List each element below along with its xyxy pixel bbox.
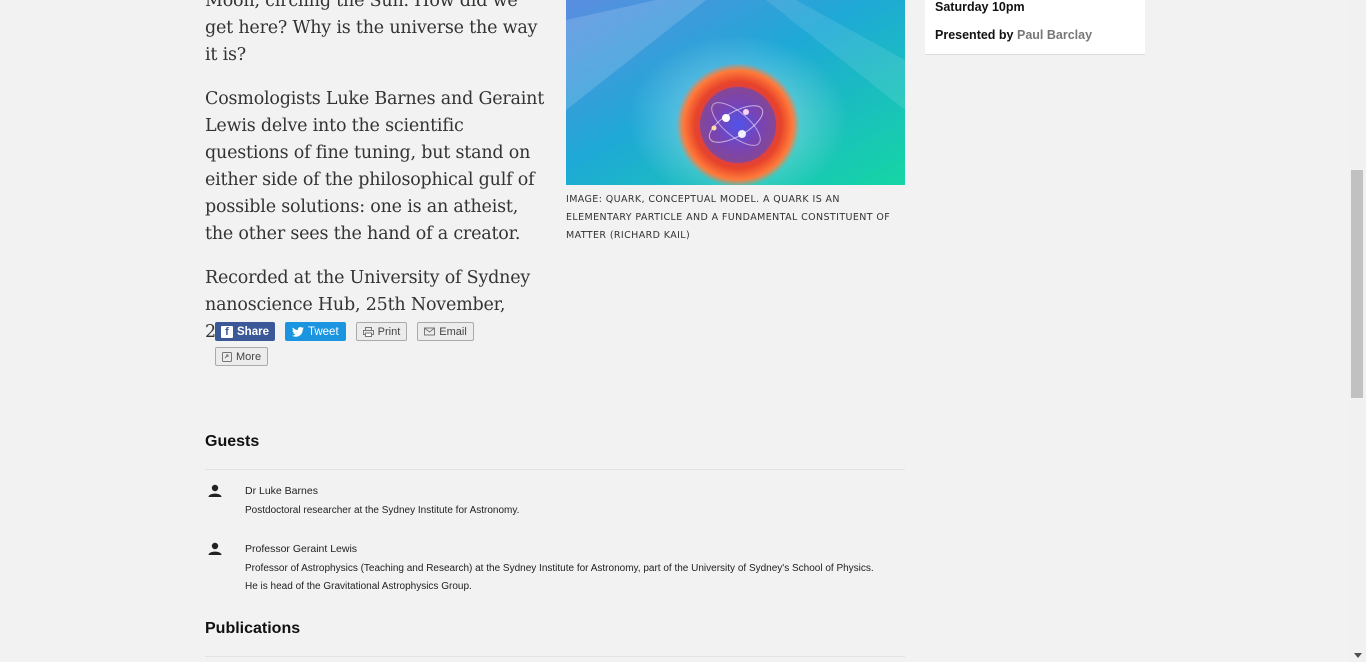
guests-divider: [205, 469, 905, 470]
airtime-label: Saturday 10pm: [935, 0, 1025, 14]
person-icon: [208, 484, 222, 497]
facebook-icon: f: [221, 325, 233, 338]
article-paragraph: Cosmologists Luke Barnes and Geraint Lew…: [205, 89, 545, 244]
share-toolbar: f Share Tweet Print Email More: [215, 322, 515, 372]
quark-image[interactable]: [566, 0, 905, 185]
presented-by-label: Presented by: [935, 28, 1014, 42]
printer-icon: [362, 326, 374, 337]
guest-name: Dr Luke Barnes: [245, 485, 318, 497]
email-button[interactable]: Email: [417, 322, 474, 341]
figure-caption: IMAGE: QUARK, CONCEPTUAL MODEL. A QUARK …: [566, 194, 891, 241]
print-button[interactable]: Print: [355, 322, 408, 341]
envelope-icon: [424, 327, 436, 336]
article-paragraph: Moon, circling the Sun. How did we get h…: [205, 0, 538, 65]
article-body: Moon, circling the Sun. How did we get h…: [205, 0, 545, 363]
email-label: Email: [439, 325, 467, 338]
quark-illustration: [566, 0, 905, 185]
scrollbar-thumb[interactable]: [1351, 170, 1363, 398]
facebook-share-label: Share: [237, 325, 269, 338]
publications-divider: [205, 656, 905, 657]
tweet-button[interactable]: Tweet: [284, 322, 346, 341]
guest-description: Postdoctoral researcher at the Sydney In…: [245, 505, 520, 516]
program-info-box: Saturday 10pm Presented by Paul Barclay: [925, 0, 1145, 55]
publications-heading: Publications: [205, 620, 301, 637]
presenter-link[interactable]: Paul Barclay: [1017, 28, 1092, 42]
guest-description: Professor of Astrophysics (Teaching and …: [245, 563, 874, 592]
tweet-label: Tweet: [307, 325, 339, 338]
print-label: Print: [377, 325, 401, 338]
presented-by: Presented by Paul Barclay: [935, 28, 1092, 42]
page-scrollbar[interactable]: [1349, 0, 1366, 662]
facebook-share-button[interactable]: f Share: [215, 322, 275, 341]
article-figure: IMAGE: QUARK, CONCEPTUAL MODEL. A QUARK …: [566, 0, 905, 245]
more-share-button[interactable]: More: [215, 347, 269, 366]
scroll-down-arrow-icon[interactable]: [1354, 653, 1362, 658]
guests-heading: Guests: [205, 433, 260, 450]
twitter-icon: [291, 326, 304, 337]
guest-name: Professor Geraint Lewis: [245, 543, 358, 555]
more-label: More: [236, 350, 262, 363]
person-icon: [208, 542, 222, 555]
share-more-icon: [222, 351, 232, 362]
